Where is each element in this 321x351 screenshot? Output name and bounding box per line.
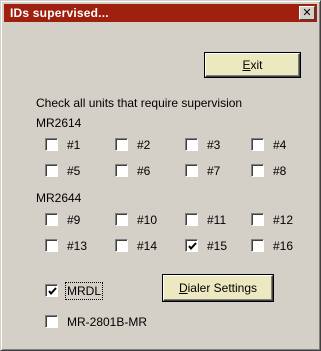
unit-checkbox[interactable]: #9 bbox=[45, 213, 105, 229]
unit-checkbox-label: #4 bbox=[273, 138, 287, 152]
dialer-button-mnemonic: D bbox=[178, 281, 188, 295]
exit-button-mnemonic: E bbox=[242, 58, 251, 72]
mrdl-checkbox-box[interactable] bbox=[45, 284, 58, 297]
unit-checkbox-box[interactable] bbox=[185, 213, 198, 226]
exit-button[interactable]: Exit bbox=[205, 53, 300, 77]
unit-checkbox-label: #12 bbox=[273, 213, 294, 227]
unit-checkbox-label: #10 bbox=[137, 213, 158, 227]
unit-checkbox-label: #15 bbox=[207, 239, 228, 253]
title-bar[interactable]: IDs supervised... ✕ bbox=[4, 4, 317, 22]
mr2801b-checkbox[interactable]: MR-2801B-MR bbox=[45, 315, 175, 331]
unit-checkbox-label: #5 bbox=[67, 164, 81, 178]
mr2801b-label: MR-2801B-MR bbox=[67, 315, 148, 329]
unit-checkbox-box[interactable] bbox=[115, 164, 128, 177]
unit-checkbox-label: #2 bbox=[137, 138, 151, 152]
unit-checkbox-box[interactable] bbox=[115, 239, 128, 252]
unit-checkbox-label: #11 bbox=[207, 213, 227, 227]
unit-checkbox-box[interactable] bbox=[45, 239, 58, 252]
unit-checkbox[interactable]: #8 bbox=[251, 164, 311, 180]
unit-checkbox-label: #8 bbox=[273, 164, 287, 178]
unit-checkbox-box[interactable] bbox=[251, 164, 264, 177]
mr2801b-checkbox-box[interactable] bbox=[45, 315, 58, 328]
unit-checkbox[interactable]: #16 bbox=[251, 239, 311, 255]
group-title-mr2614: MR2614 bbox=[36, 116, 82, 130]
mrdl-label: MRDL bbox=[64, 282, 104, 300]
unit-checkbox-label: #3 bbox=[207, 138, 221, 152]
unit-checkbox-label: #1 bbox=[67, 138, 81, 152]
unit-checkbox-box[interactable] bbox=[115, 138, 128, 151]
unit-checkbox[interactable]: #15 bbox=[185, 239, 245, 255]
unit-checkbox[interactable]: #13 bbox=[45, 239, 105, 255]
unit-checkbox-label: #13 bbox=[67, 239, 88, 253]
unit-checkbox[interactable]: #2 bbox=[115, 138, 175, 154]
close-button[interactable]: ✕ bbox=[299, 6, 315, 20]
unit-checkbox[interactable]: #12 bbox=[251, 213, 311, 229]
unit-checkbox-box[interactable] bbox=[185, 138, 198, 151]
checkmark-icon bbox=[188, 242, 197, 251]
dialog-window: IDs supervised... ✕ Exit Check all units… bbox=[0, 0, 321, 351]
unit-checkbox-box[interactable] bbox=[45, 213, 58, 226]
unit-checkbox-box[interactable] bbox=[45, 138, 58, 151]
unit-checkbox[interactable]: #14 bbox=[115, 239, 175, 255]
unit-checkbox[interactable]: #10 bbox=[115, 213, 175, 229]
close-icon: ✕ bbox=[302, 7, 312, 19]
group-title-mr2644: MR2644 bbox=[36, 191, 82, 205]
unit-checkbox-box[interactable] bbox=[185, 239, 198, 252]
checkmark-icon bbox=[48, 287, 57, 296]
unit-checkbox-label: #14 bbox=[137, 239, 158, 253]
unit-checkbox-box[interactable] bbox=[251, 213, 264, 226]
dialer-button-label: ialer Settings bbox=[187, 281, 258, 295]
unit-checkbox[interactable]: #3 bbox=[185, 138, 245, 154]
window-title: IDs supervised... bbox=[10, 6, 109, 20]
exit-button-label: xit bbox=[250, 58, 263, 72]
instruction-text: Check all units that require supervision bbox=[36, 96, 243, 110]
unit-checkbox[interactable]: #11 bbox=[185, 213, 245, 229]
unit-checkbox-label: #7 bbox=[207, 164, 221, 178]
unit-checkbox-box[interactable] bbox=[45, 164, 58, 177]
unit-checkbox-label: #9 bbox=[67, 213, 81, 227]
unit-checkbox-label: #6 bbox=[137, 164, 151, 178]
unit-checkbox-box[interactable] bbox=[115, 213, 128, 226]
unit-checkbox-box[interactable] bbox=[251, 138, 264, 151]
unit-checkbox[interactable]: #5 bbox=[45, 164, 105, 180]
dialer-settings-button[interactable]: Dialer Settings bbox=[163, 275, 273, 301]
unit-checkbox-box[interactable] bbox=[185, 164, 198, 177]
unit-checkbox[interactable]: #4 bbox=[251, 138, 311, 154]
unit-checkbox[interactable]: #6 bbox=[115, 164, 175, 180]
unit-checkbox-box[interactable] bbox=[251, 239, 264, 252]
unit-checkbox[interactable]: #7 bbox=[185, 164, 245, 180]
mrdl-checkbox[interactable]: MRDL bbox=[45, 282, 115, 300]
unit-checkbox-label: #16 bbox=[273, 239, 294, 253]
unit-checkbox[interactable]: #1 bbox=[45, 138, 105, 154]
